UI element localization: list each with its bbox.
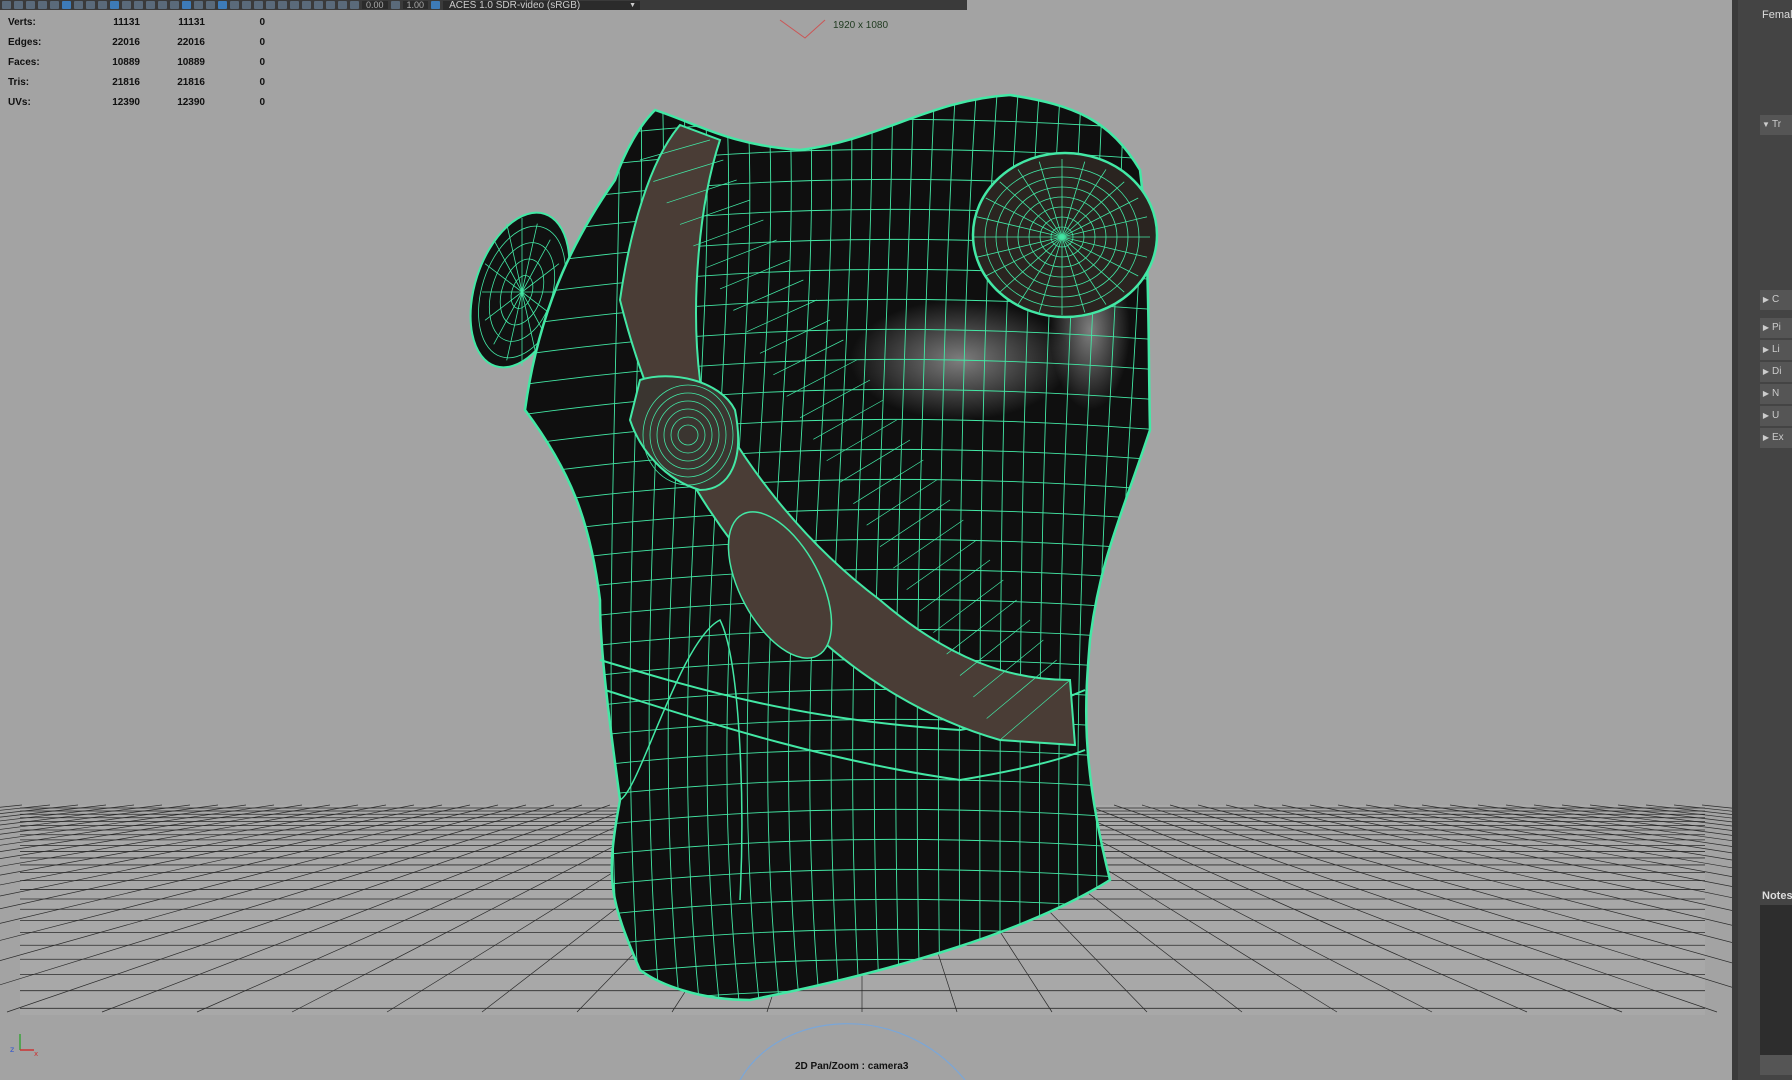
caret-right-icon: ▶ <box>1762 295 1770 304</box>
section-li[interactable]: ▶ Li <box>1760 340 1792 360</box>
right-shoulder-disc <box>971 151 1159 319</box>
section-c[interactable]: ▶ C <box>1760 290 1792 310</box>
hud-label: Tris: <box>8 76 30 88</box>
hud-value-extra: 0 <box>259 36 265 48</box>
camera-frustum-top <box>779 19 826 39</box>
hud-label: Faces: <box>8 56 40 68</box>
caret-right-icon: ▶ <box>1762 411 1770 420</box>
hud-value-selected: 22016 <box>177 36 205 48</box>
panel-bottom-bar <box>1760 1055 1792 1075</box>
hud-label: UVs: <box>8 96 31 108</box>
section-label: U <box>1772 410 1780 421</box>
hud-value-object: 11131 <box>113 16 140 28</box>
hud-value-selected: 11131 <box>178 16 205 28</box>
hud-value-object: 22016 <box>112 36 140 48</box>
section-label: Li <box>1772 344 1780 355</box>
hud-value-extra: 0 <box>259 96 265 108</box>
poly-count-hud: Verts: 11131 11131 0 Edges: 22016 22016 0 Face… <box>8 12 265 112</box>
caret-right-icon: ▶ <box>1762 389 1770 398</box>
section-label: Pi <box>1772 322 1781 333</box>
section-di[interactable]: ▶ Di <box>1760 362 1792 382</box>
grid-line <box>0 804 23 808</box>
hud-value-extra: 0 <box>259 56 265 68</box>
section-u[interactable]: ▶ U <box>1760 406 1792 426</box>
section-label: Di <box>1772 366 1782 377</box>
caret-right-icon: ▶ <box>1762 323 1770 332</box>
section-label: Ex <box>1772 432 1784 443</box>
hud-value-object: 12390 <box>112 96 140 108</box>
hud-label: Verts: <box>8 16 36 28</box>
grid-line <box>1701 804 1732 809</box>
caret-right-icon: ▶ <box>1762 367 1770 376</box>
hud-label: Edges: <box>8 36 42 48</box>
notes-label: Notes: <box>1762 890 1792 902</box>
section-label: C <box>1772 294 1780 305</box>
camera-name-label: 2D Pan/Zoom : camera3 <box>795 1061 909 1072</box>
hud-value-selected: 12390 <box>177 96 205 108</box>
section-pi[interactable]: ▶ Pi <box>1760 318 1792 338</box>
hud-value-object: 21816 <box>112 76 140 88</box>
section-ex[interactable]: ▶ Ex <box>1760 428 1792 448</box>
hud-row-faces: Faces: 10889 10889 0 <box>8 52 265 72</box>
hud-value-selected: 21816 <box>177 76 205 88</box>
panel-title: Female <box>1762 9 1792 21</box>
section-label: Tr <box>1772 119 1782 130</box>
section-label: N <box>1772 388 1780 399</box>
hud-value-selected: 10889 <box>177 56 205 68</box>
hud-row-edges: Edges: 22016 22016 0 <box>8 32 265 52</box>
section-transform[interactable]: ▼ Tr <box>1760 115 1792 135</box>
hud-value-object: 10889 <box>112 56 140 68</box>
svg-text:z: z <box>10 1045 14 1054</box>
svg-text:x: x <box>34 1050 38 1058</box>
hud-value-extra: 0 <box>259 76 265 88</box>
view-axis-gizmo: z x <box>10 1034 38 1058</box>
notes-field[interactable] <box>1760 905 1792 1055</box>
caret-right-icon: ▶ <box>1762 433 1770 442</box>
hud-row-tris: Tris: 21816 21816 0 <box>8 72 265 92</box>
scene-render <box>0 19 1732 1080</box>
attribute-editor-panel: Female ▼Tr ▶C ▶Pi ▶Li ▶Di ▶N ▶U ▶Ex Note… <box>1732 0 1792 1080</box>
hud-value-extra: 0 <box>259 16 265 28</box>
section-n[interactable]: ▶ N <box>1760 384 1792 404</box>
resolution-gate-label: 1920 x 1080 <box>833 20 889 31</box>
caret-right-icon: ▶ <box>1762 345 1770 354</box>
3d-viewport[interactable]: 0.00 1.00 ACES 1.0 SDR-video (sRGB) ▼ Ve… <box>0 0 1732 1080</box>
hud-row-verts: Verts: 11131 11131 0 <box>8 12 265 32</box>
caret-down-icon: ▼ <box>1762 120 1770 129</box>
hud-row-uvs: UVs: 12390 12390 0 <box>8 92 265 112</box>
